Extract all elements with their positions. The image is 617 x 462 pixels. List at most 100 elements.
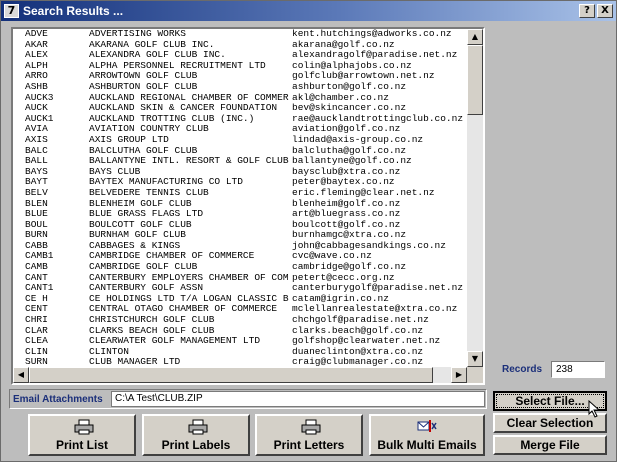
list-item[interactable]: CANT1 CANTERBURY GOLF ASSN canterburygolf@… (13, 283, 466, 294)
list-item[interactable]: CE H CE HOLDINGS LTD T/A LOGAN CLASSIC Bc… (13, 294, 466, 305)
list-item[interactable]: CLAR CLARKS BEACH GOLF CLUB clarks.beach@g… (13, 326, 466, 337)
horizontal-scroll-thumb[interactable] (29, 367, 433, 383)
list-item-email: petert@cecc.org.nz (292, 272, 395, 283)
list-item[interactable]: AUCK3 AUCKLAND REGIONAL CHAMBER OF COMMER… (13, 93, 466, 104)
list-item-code: BOUL (25, 219, 48, 230)
list-item-name: AXIS GROUP LTD (89, 134, 169, 145)
list-item-name: BALCLUTHA GOLF CLUB (89, 145, 198, 156)
list-item-email: eric.fleming@clear.net.nz (292, 187, 435, 198)
attachments-input[interactable]: C:\A Test\CLUB.ZIP (111, 391, 485, 407)
list-item[interactable]: SURN CLUB MANAGER LTD craig@clubmanager.co… (13, 357, 466, 367)
print-labels-label: Print Labels (161, 438, 231, 452)
list-item[interactable]: ALEX ALEXANDRA GOLF CLUB INC. alexandragol… (13, 50, 466, 61)
help-button[interactable]: ? (579, 4, 595, 18)
list-item-code: AUCK (25, 103, 48, 114)
list-item-name: AUCKLAND REGIONAL CHAMBER OF COMMER (89, 92, 289, 103)
list-item[interactable]: CAMB1 CAMBRIDGE CHAMBER OF COMMERCE cvc@wa… (13, 251, 466, 262)
list-item[interactable]: ADVE ADVERTISING WORKS kent.hutchings@adwo… (13, 29, 466, 40)
print-labels-button[interactable]: Print Labels (142, 414, 250, 456)
list-item-name: CHRISTCHURCH GOLF CLUB (89, 315, 215, 326)
list-item[interactable]: BAYS BAYS CLUB baysclub@xtra.co.nz (13, 167, 466, 178)
list-item-email: clarks.beach@golf.co.nz (292, 325, 424, 336)
printer-icon (188, 419, 208, 435)
scroll-right-icon[interactable]: ▶ (451, 367, 467, 383)
list-item-email: mclellanrealestate@xtra.co.nz (292, 304, 458, 315)
list-item[interactable]: BAYT BAYTEX MANUFACTURING CO LTD peter@bay… (13, 177, 466, 188)
vertical-scrollbar[interactable]: ▲ ▼ (467, 29, 483, 367)
list-item-code: ADVE (25, 29, 48, 39)
records-count: 238 (551, 361, 605, 378)
list-item-name: CAMBRIDGE CHAMBER OF COMMERCE (89, 251, 255, 262)
list-item-name: CANTERBURY EMPLOYERS CHAMBER OF COM (89, 272, 289, 283)
list-item-email: peter@baytex.co.nz (292, 177, 395, 188)
list-item-email: balclutha@golf.co.nz (292, 145, 407, 156)
list-item-code: CANT1 (25, 283, 54, 294)
list-item[interactable]: ALPH ALPHA PERSONNEL RECRUITMENT LTD colin… (13, 61, 466, 72)
horizontal-scrollbar[interactable]: ◀ ▶ (13, 367, 467, 383)
list-item[interactable]: BALC BALCLUTHA GOLF CLUB balclutha@golf.co… (13, 146, 466, 157)
list-item[interactable]: CENT CENTRAL OTAGO CHAMBER OF COMMERCE mcl… (13, 304, 466, 315)
list-item[interactable]: CLIN CLINTON duaneclinton@xtra.co.nz (13, 347, 466, 358)
scroll-down-icon[interactable]: ▼ (467, 351, 483, 367)
list-item-name: CLUB MANAGER LTD (89, 357, 181, 367)
close-button[interactable]: X (597, 4, 613, 18)
list-item[interactable]: AUCK1 AUCKLAND TROTTING CLUB (INC.) rae@au… (13, 114, 466, 125)
print-list-button[interactable]: Print List (28, 414, 136, 456)
list-item[interactable]: AKAR AKARANA GOLF CLUB INC. akarana@golf.c… (13, 40, 466, 51)
list-item-code: BURN (25, 230, 48, 241)
list-item-email: cvc@wave.co.nz (292, 251, 372, 262)
list-item-name: BLENHEIM GOLF CLUB (89, 198, 192, 209)
list-item-code: ASHB (25, 81, 48, 92)
list-item[interactable]: ARRO ARROWTOWN GOLF CLUB golfclub@arrowtow… (13, 71, 466, 82)
list-item[interactable]: AVIA AVIATION COUNTRY CLUB aviation@golf.c… (13, 124, 466, 135)
list-item-email: lindad@axis-group.co.nz (292, 134, 424, 145)
list-item-email: akarana@golf.co.nz (292, 39, 395, 50)
scroll-left-icon[interactable]: ◀ (13, 367, 29, 383)
list-item[interactable]: BLUE BLUE GRASS FLAGS LTD art@bluegrass.co… (13, 209, 466, 220)
list-item[interactable]: ASHB ASHBURTON GOLF CLUB ashburton@golf.co… (13, 82, 466, 93)
list-item-code: ALPH (25, 60, 48, 71)
list-item-name: AKARANA GOLF CLUB INC. (89, 39, 215, 50)
list-item-code: AKAR (25, 39, 48, 50)
list-item-code: BELV (25, 187, 48, 198)
list-item[interactable]: BLEN BLENHEIM GOLF CLUB blenheim@golf.co.n… (13, 199, 466, 210)
list-item-name: CLINTON (89, 346, 129, 357)
list-item-code: BLUE (25, 209, 48, 220)
list-item-code: AUCK1 (25, 113, 54, 124)
list-item-name: AUCKLAND TROTTING CLUB (INC.) (89, 113, 255, 124)
list-item-code: BALL (25, 156, 48, 167)
vertical-scroll-thumb[interactable] (467, 45, 483, 115)
bulk-multi-emails-button[interactable]: Bulk Multi Emails (369, 414, 485, 456)
list-item[interactable]: CLEA CLEARWATER GOLF MANAGEMENT LTD golfsh… (13, 336, 466, 347)
bulk-multi-emails-label: Bulk Multi Emails (377, 438, 477, 452)
list-item-email: golfshop@clearwater.net.nz (292, 336, 441, 347)
list-item-name: ALPHA PERSONNEL RECRUITMENT LTD (89, 60, 266, 71)
list-item-email: catam@igrin.co.nz (292, 293, 389, 304)
list-item[interactable]: BURN BURNHAM GOLF CLUB burnhamgc@xtra.co.n… (13, 230, 466, 241)
list-item-name: ADVERTISING WORKS (89, 29, 186, 39)
list-item[interactable]: BALL BALLANTYNE INTL. RESORT & GOLF CLUB b… (13, 156, 466, 167)
list-item-name: CAMBRIDGE GOLF CLUB (89, 262, 198, 273)
list-item-email: craig@clubmanager.co.nz (292, 357, 424, 367)
list-item[interactable]: CABB CABBAGES & KINGS john@cabbagesandking… (13, 241, 466, 252)
print-letters-button[interactable]: Print Letters (255, 414, 363, 456)
list-item-code: CAMB (25, 262, 48, 273)
list-item-code: AXIS (25, 134, 48, 145)
list-item[interactable]: CANT CANTERBURY EMPLOYERS CHAMBER OF COM p… (13, 273, 466, 284)
scroll-up-icon[interactable]: ▲ (467, 29, 483, 45)
list-item-code: BAYS (25, 166, 48, 177)
list-item[interactable]: BELV BELVEDERE TENNIS CLUB eric.fleming@cl… (13, 188, 466, 199)
list-item-email: ashburton@golf.co.nz (292, 81, 407, 92)
list-item-code: CANT (25, 272, 48, 283)
list-item[interactable]: AXIS AXIS GROUP LTD lindad@axis-group.co.n… (13, 135, 466, 146)
results-list[interactable]: ADVE ADVERTISING WORKS kent.hutchings@adwo… (11, 27, 485, 385)
list-item[interactable]: BOUL BOULCOTT GOLF CLUB boulcott@golf.co.n… (13, 220, 466, 231)
merge-file-button[interactable]: Merge File (493, 435, 607, 455)
records-label: Records (502, 364, 543, 375)
list-item[interactable]: AUCK AUCKLAND SKIN & CANCER FOUNDATION bev… (13, 103, 466, 114)
list-item[interactable]: CAMB CAMBRIDGE GOLF CLUB cambridge@golf.co… (13, 262, 466, 273)
list-item-name: CLEARWATER GOLF MANAGEMENT LTD (89, 336, 261, 347)
list-item-email: bev@skincancer.co.nz (292, 103, 407, 114)
results-rows: ADVE ADVERTISING WORKS kent.hutchings@adwo… (13, 29, 466, 367)
list-item[interactable]: CHRI CHRISTCHURCH GOLF CLUB chchgolf@parad… (13, 315, 466, 326)
